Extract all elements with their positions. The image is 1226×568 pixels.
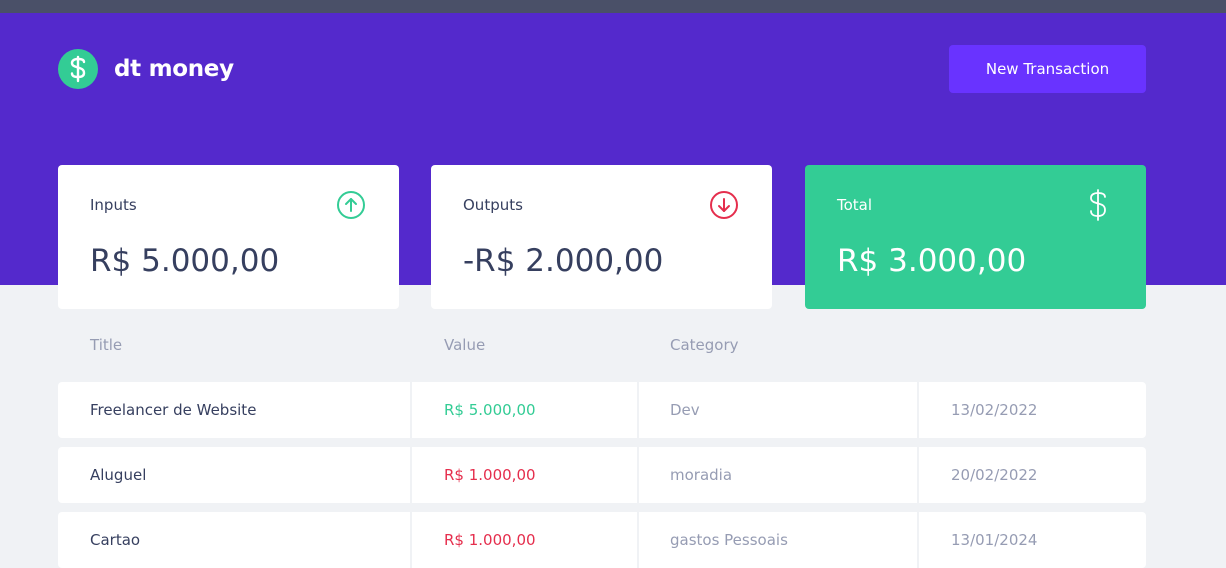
outputs-label: Outputs bbox=[463, 196, 523, 214]
row-title: Aluguel bbox=[90, 466, 147, 484]
app-name: dt money bbox=[114, 56, 234, 82]
arrow-up-circle-icon bbox=[335, 189, 367, 221]
transactions-table-header: Title Value Category bbox=[58, 332, 1146, 360]
inputs-label: Inputs bbox=[90, 196, 137, 214]
cell-divider bbox=[410, 382, 412, 438]
row-date: 13/01/2024 bbox=[951, 531, 1038, 549]
cell-divider bbox=[410, 447, 412, 503]
row-date: 13/02/2022 bbox=[951, 401, 1038, 419]
logo[interactable]: dt money bbox=[58, 49, 234, 89]
cell-divider bbox=[410, 512, 412, 568]
total-value: R$ 3.000,00 bbox=[837, 243, 1027, 279]
browser-top-bar bbox=[0, 0, 1226, 13]
header-category: Category bbox=[670, 336, 739, 354]
outputs-card: Outputs -R$ 2.000,00 bbox=[431, 165, 772, 309]
cell-divider bbox=[637, 512, 639, 568]
cell-divider bbox=[917, 382, 919, 438]
table-row[interactable]: Freelancer de Website R$ 5.000,00 Dev 13… bbox=[58, 382, 1146, 438]
total-label: Total bbox=[837, 196, 873, 214]
cell-divider bbox=[917, 447, 919, 503]
row-value: R$ 1.000,00 bbox=[444, 466, 536, 484]
cell-divider bbox=[637, 447, 639, 503]
inputs-card: Inputs R$ 5.000,00 bbox=[58, 165, 399, 309]
row-category: gastos Pessoais bbox=[670, 531, 788, 549]
header-value: Value bbox=[444, 336, 486, 354]
row-title: Cartao bbox=[90, 531, 141, 549]
row-category: Dev bbox=[670, 401, 700, 419]
cell-divider bbox=[917, 512, 919, 568]
total-card: Total R$ 3.000,00 bbox=[805, 165, 1146, 309]
table-row[interactable]: Aluguel R$ 1.000,00 moradia 20/02/2022 bbox=[58, 447, 1146, 503]
cell-divider bbox=[637, 382, 639, 438]
table-row[interactable]: Cartao R$ 1.000,00 gastos Pessoais 13/01… bbox=[58, 512, 1146, 568]
row-category: moradia bbox=[670, 466, 733, 484]
row-value: R$ 5.000,00 bbox=[444, 401, 536, 419]
row-date: 20/02/2022 bbox=[951, 466, 1038, 484]
outputs-value: -R$ 2.000,00 bbox=[463, 243, 664, 279]
dollar-icon bbox=[1082, 189, 1114, 221]
dollar-logo-icon bbox=[58, 49, 98, 89]
inputs-value: R$ 5.000,00 bbox=[90, 243, 280, 279]
row-title: Freelancer de Website bbox=[90, 401, 257, 419]
row-value: R$ 1.000,00 bbox=[444, 531, 536, 549]
arrow-down-circle-icon bbox=[708, 189, 740, 221]
header-title: Title bbox=[90, 336, 123, 354]
new-transaction-button[interactable]: New Transaction bbox=[949, 45, 1146, 93]
